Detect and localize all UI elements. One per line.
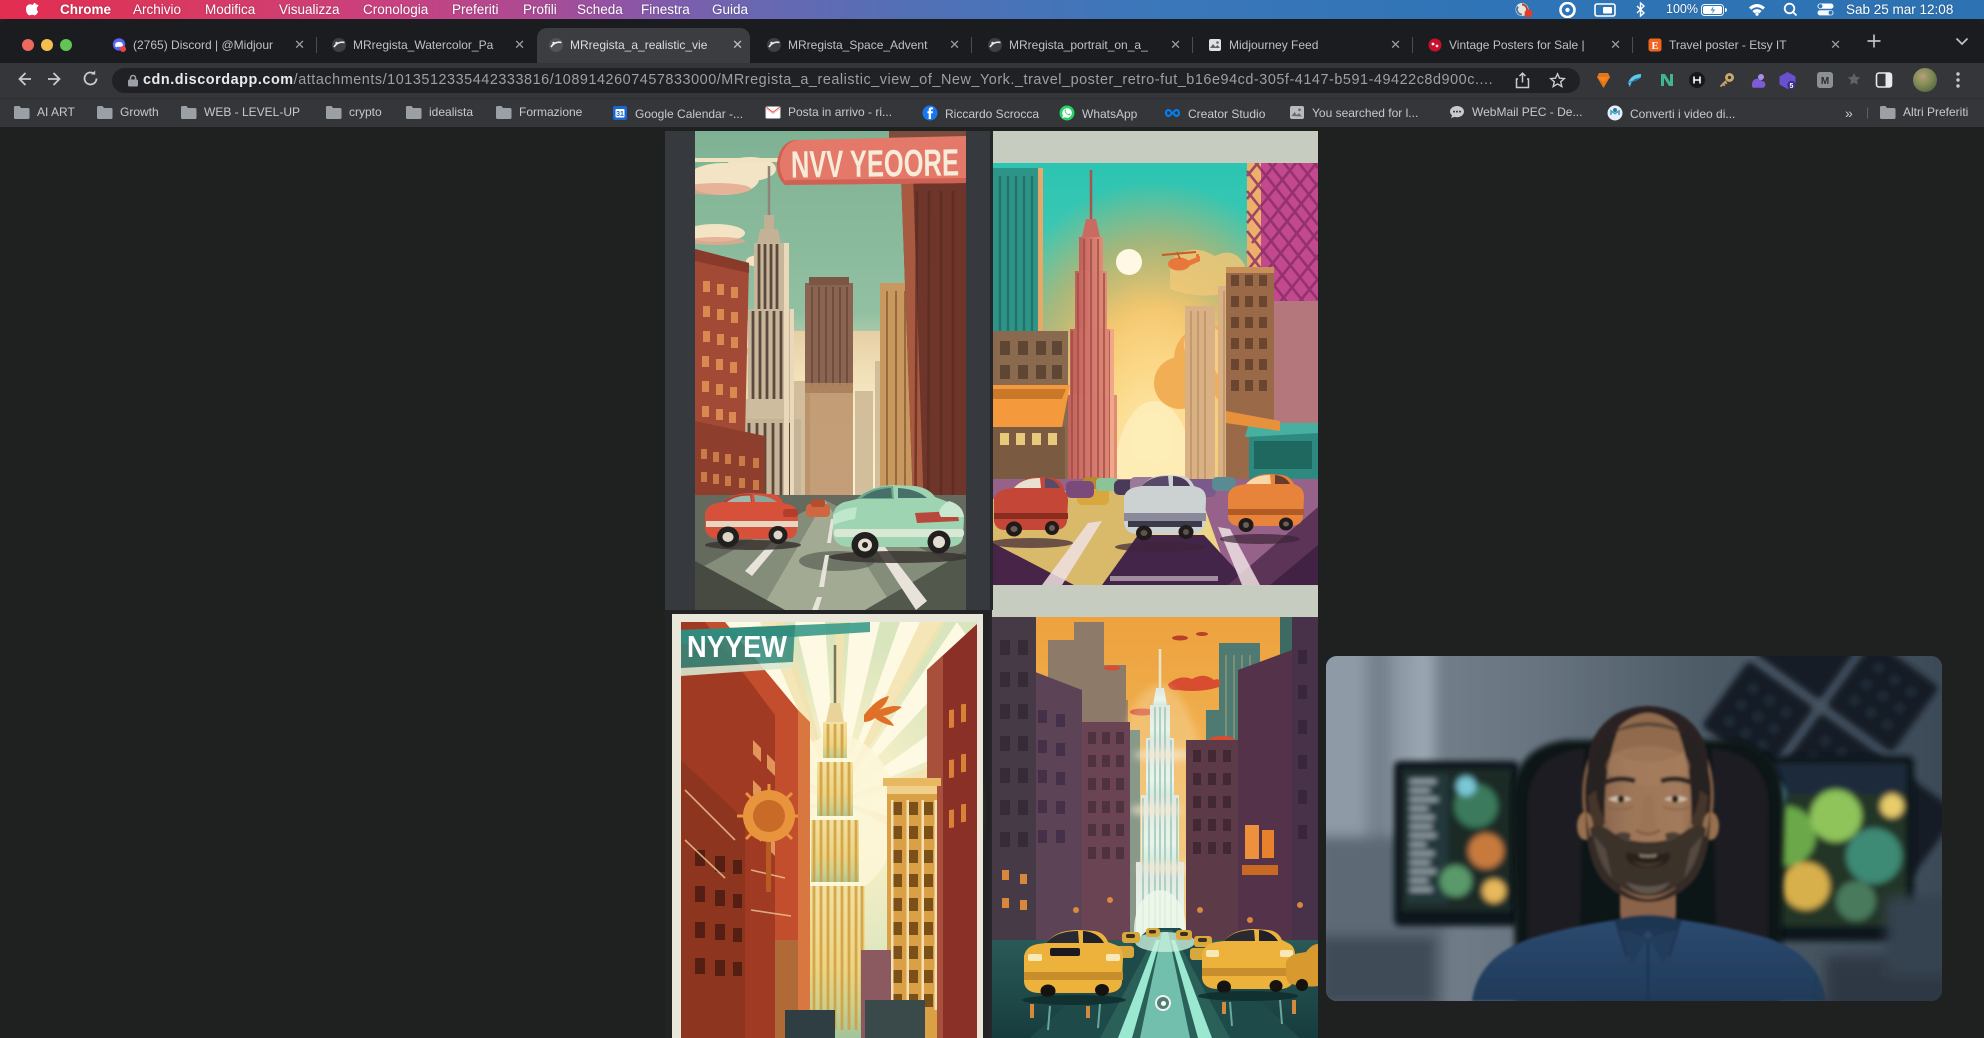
svg-text:NVV YEOORE: NVV YEOORE <box>791 142 960 186</box>
svg-text:5: 5 <box>1790 83 1794 90</box>
svg-text:31: 31 <box>616 111 624 118</box>
svg-text:M: M <box>1821 76 1829 87</box>
svg-text:E: E <box>1651 41 1658 52</box>
svg-text:NYYEW: NYYEW <box>687 629 788 664</box>
